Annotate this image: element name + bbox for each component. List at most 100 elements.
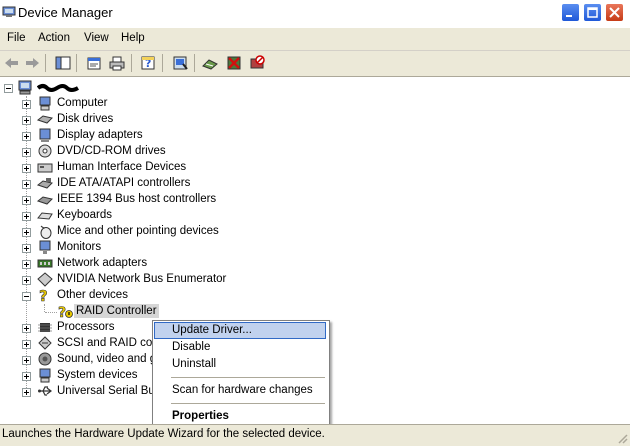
scan-hardware-icon[interactable] <box>171 55 189 71</box>
unknown-device-icon: ? <box>39 288 48 303</box>
tree-root[interactable] <box>0 80 200 96</box>
menu-file[interactable]: File <box>7 32 26 44</box>
tree-node-label: IEEE 1394 Bus host controllers <box>57 193 217 205</box>
bus-enumerator-icon <box>37 272 53 287</box>
usb-icon <box>38 386 52 396</box>
processor-icon <box>38 323 52 332</box>
tree-node-keyboards[interactable]: Keyboards <box>0 208 300 224</box>
expand-toggle[interactable] <box>22 244 31 253</box>
expand-toggle[interactable] <box>22 372 31 381</box>
menu-item-disable[interactable]: Disable <box>154 339 326 356</box>
expand-toggle[interactable] <box>22 196 31 205</box>
menu-separator <box>171 377 325 378</box>
tree-node-ieee1394[interactable]: IEEE 1394 Bus host controllers <box>0 192 300 208</box>
tree-node-label: DVD/CD-ROM drives <box>57 145 166 157</box>
device-manager-icon <box>2 6 16 17</box>
expand-toggle[interactable] <box>22 388 31 397</box>
context-menu: Update Driver... Disable Uninstall Scan … <box>152 320 330 432</box>
svg-text:?: ? <box>39 288 48 303</box>
update-driver-icon[interactable] <box>201 55 219 71</box>
tree-node-disk-drives[interactable]: Disk drives <box>0 112 300 128</box>
expand-toggle[interactable] <box>22 148 31 157</box>
expand-toggle[interactable] <box>22 324 31 333</box>
tree-node-label: NVIDIA Network Bus Enumerator <box>57 273 227 285</box>
print-icon[interactable] <box>108 55 126 71</box>
tree-node-label: Keyboards <box>57 209 112 221</box>
toolbar-separator <box>194 54 195 72</box>
tree-node-label: Sound, video and ga <box>57 353 163 365</box>
scsi-controller-icon <box>38 336 52 350</box>
computer-icon <box>18 80 32 95</box>
tree-node-nvidia-network-bus[interactable]: NVIDIA Network Bus Enumerator <box>0 272 300 288</box>
tree-node-label: Monitors <box>57 241 102 253</box>
tree-node-raid-controller[interactable]: ? RAID Controller <box>0 304 300 320</box>
expand-toggle[interactable] <box>22 132 31 141</box>
ide-controller-icon <box>37 178 53 189</box>
expand-toggle[interactable] <box>22 212 31 221</box>
resize-grip-icon[interactable] <box>616 432 628 444</box>
menu-item-label: Update Driver... <box>172 324 252 336</box>
cd-drive-icon <box>38 144 52 158</box>
expand-toggle[interactable] <box>22 180 31 189</box>
close-icon <box>609 7 620 18</box>
tree-node-other-devices[interactable]: ? Other devices <box>0 288 300 304</box>
collapse-toggle[interactable] <box>22 292 31 301</box>
monitor-icon <box>39 240 51 254</box>
expand-toggle[interactable] <box>22 100 31 109</box>
tree-node-label: Disk drives <box>57 113 114 125</box>
close-button[interactable] <box>605 3 624 22</box>
menu-view[interactable]: View <box>84 32 109 44</box>
toolbar-separator <box>76 54 77 72</box>
tree-node-mice[interactable]: Mice and other pointing devices <box>0 224 300 240</box>
tree-node-display-adapters[interactable]: Display adapters <box>0 128 300 144</box>
tree-node-label: SCSI and RAID cont <box>57 337 162 349</box>
status-text: Launches the Hardware Update Wizard for … <box>2 428 325 440</box>
maximize-button[interactable] <box>583 3 602 22</box>
menu-item-update-driver[interactable]: Update Driver... <box>154 322 326 339</box>
menu-item-label: Disable <box>172 341 211 353</box>
menu-bar: File Action View Help <box>0 28 630 51</box>
expand-toggle[interactable] <box>22 164 31 173</box>
maximize-icon <box>587 7 598 18</box>
show-hide-tree-icon[interactable] <box>54 55 72 71</box>
menu-action[interactable]: Action <box>38 32 70 44</box>
toolbar-separator <box>162 54 163 72</box>
expand-toggle[interactable] <box>22 356 31 365</box>
tree-node-label: Processors <box>57 321 115 333</box>
forward-arrow-icon[interactable] <box>23 55 41 71</box>
menu-item-scan-hardware[interactable]: Scan for hardware changes <box>154 382 326 399</box>
menu-item-label: Properties <box>172 410 229 422</box>
selected-device-label[interactable]: RAID Controller <box>74 304 159 318</box>
computer-icon <box>39 96 51 111</box>
tree-node-dvd-cdrom[interactable]: DVD/CD-ROM drives <box>0 144 300 160</box>
expand-toggle[interactable] <box>22 260 31 269</box>
tree-node-human-interface-devices[interactable]: Human Interface Devices <box>0 160 300 176</box>
collapse-toggle[interactable] <box>4 84 13 93</box>
expand-toggle[interactable] <box>22 340 31 349</box>
system-device-icon <box>39 368 51 383</box>
title-bar: Device Manager <box>0 0 630 28</box>
menu-item-label: Scan for hardware changes <box>172 384 313 396</box>
toolbar-separator <box>45 54 46 72</box>
tree-node-label: Mice and other pointing devices <box>57 225 219 237</box>
tree-node-label: Display adapters <box>57 129 143 141</box>
help-icon[interactable]: ? <box>139 55 157 71</box>
tree-node-computer[interactable]: Computer <box>0 96 300 112</box>
status-bar: Launches the Hardware Update Wizard for … <box>0 424 630 446</box>
uninstall-icon[interactable] <box>225 55 243 71</box>
tree-node-ide-controllers[interactable]: IDE ATA/ATAPI controllers <box>0 176 300 192</box>
svg-text:?: ? <box>58 305 66 319</box>
tree-node-monitors[interactable]: Monitors <box>0 240 300 256</box>
menu-item-uninstall[interactable]: Uninstall <box>154 356 326 373</box>
back-arrow-icon[interactable] <box>3 55 21 71</box>
menu-help[interactable]: Help <box>121 32 145 44</box>
menu-item-properties[interactable]: Properties <box>154 408 326 425</box>
expand-toggle[interactable] <box>22 276 31 285</box>
expand-toggle[interactable] <box>22 228 31 237</box>
properties-icon[interactable] <box>85 55 103 71</box>
tree-node-network-adapters[interactable]: Network adapters <box>0 256 300 272</box>
minimize-button[interactable] <box>561 3 580 22</box>
redacted-computer-name <box>37 84 79 92</box>
expand-toggle[interactable] <box>22 116 31 125</box>
disable-icon[interactable] <box>248 55 266 71</box>
